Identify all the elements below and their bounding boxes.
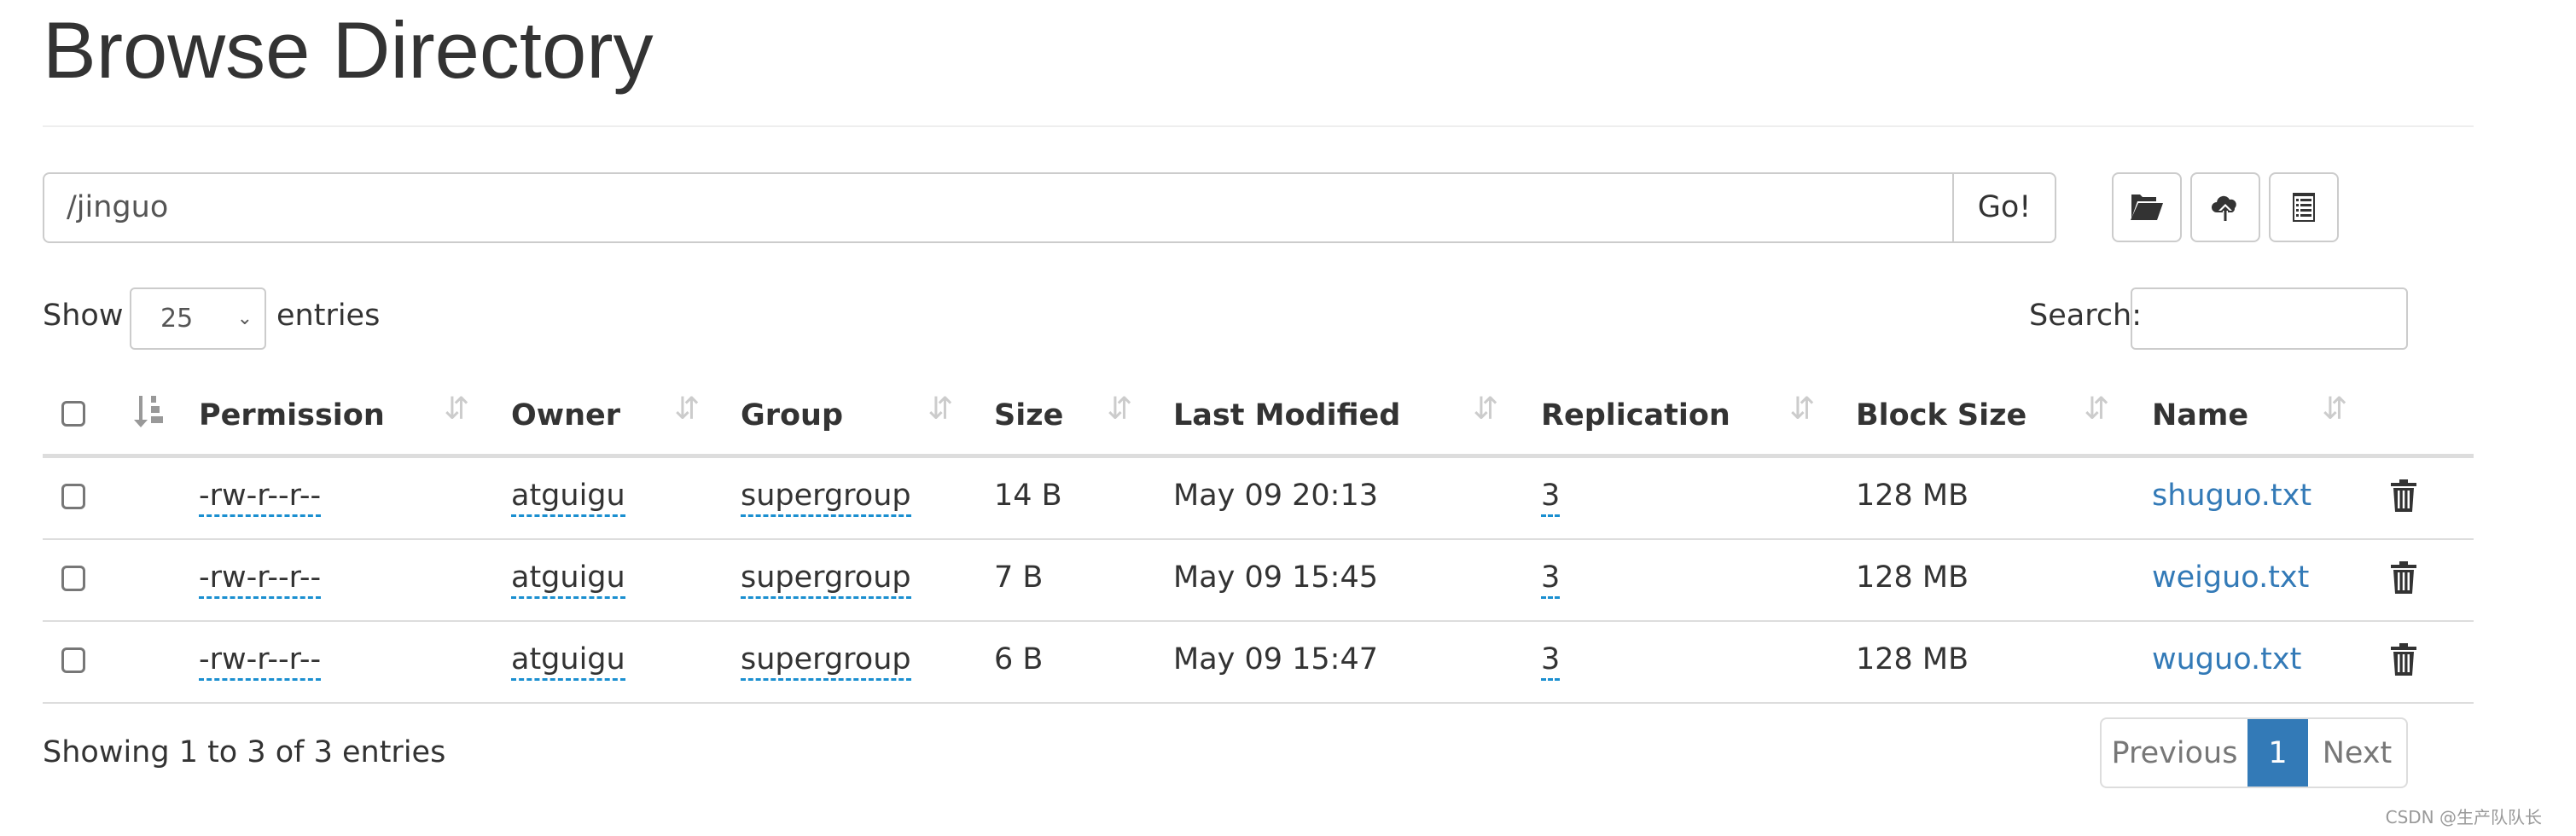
cell-permission[interactable]: -rw-r--r-- [199, 560, 322, 599]
upload-button[interactable] [2190, 172, 2260, 242]
table-cell: 3 [1541, 479, 1561, 517]
table-cell: 14 B [994, 479, 1062, 513]
row-checkbox[interactable] [61, 647, 85, 673]
cell-name[interactable]: wuguo.txt [2152, 642, 2301, 676]
cell-modified: May 09 15:45 [1173, 560, 1379, 595]
page-1-button[interactable]: 1 [2247, 719, 2308, 787]
next-button[interactable]: Next [2308, 719, 2406, 787]
table-cell: May 09 20:13 [1173, 479, 1378, 513]
table-cell: 3 [1541, 560, 1561, 599]
cell-replication[interactable]: 3 [1541, 479, 1561, 517]
cell-replication[interactable]: 3 [1541, 560, 1561, 599]
column-header-block-size[interactable]: Block Size [1856, 398, 2026, 433]
cell-block-size: 128 MB [1856, 560, 1969, 595]
table-cell: atguigu [511, 479, 625, 517]
trash-icon[interactable] [2390, 479, 2417, 513]
search-input[interactable] [2131, 287, 2408, 350]
table-cell: -rw-r--r-- [199, 479, 322, 517]
sort-icon[interactable]: ⇵ [1107, 392, 1132, 427]
cloud-upload-icon [2212, 195, 2236, 221]
select-all-checkbox[interactable] [61, 401, 85, 427]
column-header-replication[interactable]: Replication [1541, 398, 1730, 433]
table-cell: atguigu [511, 560, 625, 599]
table-cell: -rw-r--r-- [199, 642, 322, 681]
cut-paste-button[interactable] [2269, 172, 2339, 242]
path-input[interactable]: /jinguo [43, 172, 1954, 243]
table-cell: weiguo.txt [2152, 560, 2309, 595]
divider [43, 125, 2474, 127]
table-cell: shuguo.txt [2152, 479, 2311, 513]
table-cell: supergroup [741, 479, 911, 517]
column-header-owner[interactable]: Owner [511, 398, 620, 433]
cell-permission[interactable]: -rw-r--r-- [199, 479, 322, 517]
table-cell: May 09 15:45 [1173, 560, 1378, 595]
entries-select[interactable]: 25 ⌄ [130, 287, 266, 350]
table-cell: May 09 15:47 [1173, 642, 1378, 676]
table-cell: 128 MB [1856, 642, 1968, 676]
sort-icon[interactable]: ⇵ [444, 392, 469, 427]
sort-icon[interactable]: ⇵ [1789, 392, 1815, 427]
column-header-name[interactable]: Name [2152, 398, 2248, 433]
cell-replication[interactable]: 3 [1541, 642, 1561, 681]
cell-owner[interactable]: atguigu [511, 479, 625, 517]
sort-desc-icon[interactable] [132, 394, 166, 432]
table-cell: supergroup [741, 642, 911, 681]
table-cell: 6 B [994, 642, 1043, 676]
cell-modified: May 09 15:47 [1173, 642, 1379, 676]
row-divider [43, 702, 2474, 704]
cell-owner[interactable]: atguigu [511, 642, 625, 681]
chevron-down-icon: ⌄ [236, 308, 253, 329]
cell-name[interactable]: weiguo.txt [2152, 560, 2309, 595]
cell-group[interactable]: supergroup [741, 642, 911, 681]
watermark: CSDN @生产队队长 [2385, 807, 2542, 827]
sort-icon[interactable]: ⇵ [2322, 392, 2347, 427]
column-header-size[interactable]: Size [994, 398, 1063, 433]
create-directory-button[interactable] [2112, 172, 2182, 242]
cell-block-size: 128 MB [1856, 479, 1969, 513]
show-label: Show [43, 299, 124, 333]
cell-group[interactable]: supergroup [741, 560, 911, 599]
search-label: Search: [2029, 299, 2143, 333]
row-checkbox[interactable] [61, 566, 85, 591]
sort-icon[interactable]: ⇵ [2084, 392, 2109, 427]
table-cell: -rw-r--r-- [199, 560, 322, 599]
entries-select-value: 25 [160, 304, 194, 334]
table-cell: 128 MB [1856, 479, 1968, 513]
column-header-group[interactable]: Group [741, 398, 843, 433]
trash-icon[interactable] [2390, 642, 2417, 676]
table-cell: 3 [1541, 642, 1561, 681]
entries-label: entries [276, 299, 381, 333]
sort-icon[interactable]: ⇵ [927, 392, 953, 427]
sort-icon[interactable]: ⇵ [1473, 392, 1498, 427]
cell-block-size: 128 MB [1856, 642, 1969, 676]
row-checkbox[interactable] [61, 484, 85, 509]
pagination: Previous 1 Next [2100, 717, 2408, 788]
list-alt-icon [2293, 193, 2315, 222]
column-header-permission[interactable]: Permission [199, 398, 385, 433]
page-title: Browse Directory [43, 5, 654, 95]
cell-permission[interactable]: -rw-r--r-- [199, 642, 322, 681]
folder-open-icon [2131, 194, 2163, 220]
sort-icon[interactable]: ⇵ [674, 392, 700, 427]
cell-size: 14 B [994, 479, 1062, 513]
cell-modified: May 09 20:13 [1173, 479, 1379, 513]
cell-name[interactable]: shuguo.txt [2152, 479, 2311, 513]
table-cell: atguigu [511, 642, 625, 681]
table-cell: 7 B [994, 560, 1043, 595]
cell-size: 7 B [994, 560, 1044, 595]
table-cell: supergroup [741, 560, 911, 599]
cell-owner[interactable]: atguigu [511, 560, 625, 599]
go-button[interactable]: Go! [1952, 172, 2056, 243]
cell-size: 6 B [994, 642, 1044, 676]
previous-button[interactable]: Previous [2102, 719, 2247, 787]
table-cell: 128 MB [1856, 560, 1968, 595]
cell-group[interactable]: supergroup [741, 479, 911, 517]
trash-icon[interactable] [2390, 560, 2417, 595]
column-header-last-modified[interactable]: Last Modified [1173, 398, 1400, 433]
table-info: Showing 1 to 3 of 3 entries [43, 735, 446, 769]
table-cell: wuguo.txt [2152, 642, 2301, 676]
